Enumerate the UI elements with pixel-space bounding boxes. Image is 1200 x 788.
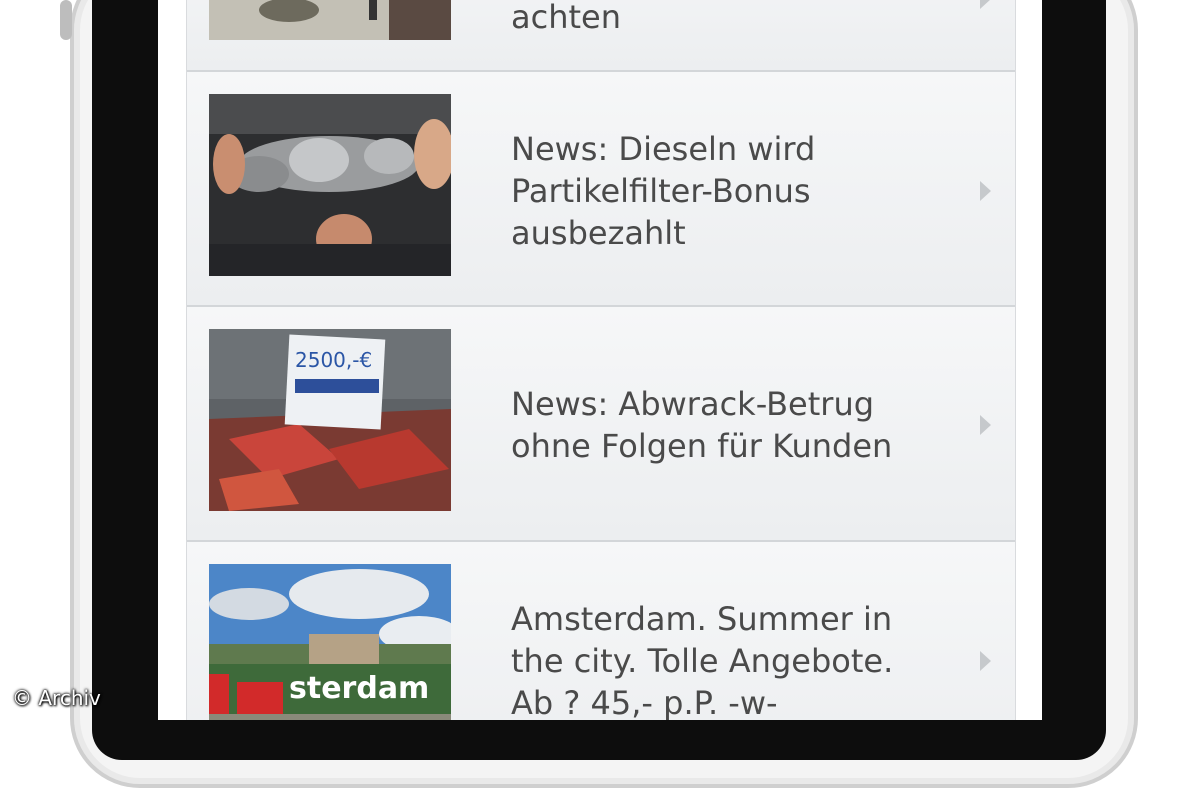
news-item-amsterdam[interactable]: sterdam Amsterdam. Summer in the city. T… (187, 542, 1015, 720)
phone-side-button (60, 0, 72, 40)
particle-filter-photo-image (209, 94, 451, 276)
news-title: Amsterdam. Summer in the city. Tolle Ang… (511, 600, 894, 720)
news-title: News: Dieseln wird Partikelfilter-Bonus … (511, 130, 816, 252)
news-item-scrapping[interactable]: 2500,-€ News: Abwrack-Betrug ohne Folgen… (187, 307, 1015, 542)
news-thumbnail: 2500,-€ (209, 329, 451, 511)
news-item-particle-filter[interactable]: News: Dieseln wird Partikelfilter-Bonus … (187, 72, 1015, 307)
amsterdam-letters: sterdam (289, 671, 429, 706)
news-thumbnail (209, 0, 451, 40)
phone-screen: achten News: Dieseln wird Partikelfilter… (158, 0, 1042, 720)
scrapyard-sign-price: 2500,-€ (295, 348, 372, 372)
chevron-right-icon (980, 415, 991, 435)
news-list: achten News: Dieseln wird Partikelfilter… (186, 0, 1016, 720)
chevron-right-icon (980, 651, 991, 671)
news-thumbnail (209, 94, 451, 276)
scrapyard-photo-image: 2500,-€ (209, 329, 451, 511)
news-item-street[interactable]: achten (187, 0, 1015, 72)
news-title: News: Abwrack-Betrug ohne Folgen für Kun… (511, 385, 893, 465)
copyright-label: © Archiv (12, 686, 101, 710)
news-thumbnail: sterdam (209, 564, 451, 720)
amsterdam-photo-image: sterdam (209, 564, 451, 720)
chevron-right-icon (980, 181, 991, 201)
news-title: achten (511, 0, 621, 36)
street-photo-image (209, 0, 451, 40)
chevron-right-icon (980, 0, 991, 9)
